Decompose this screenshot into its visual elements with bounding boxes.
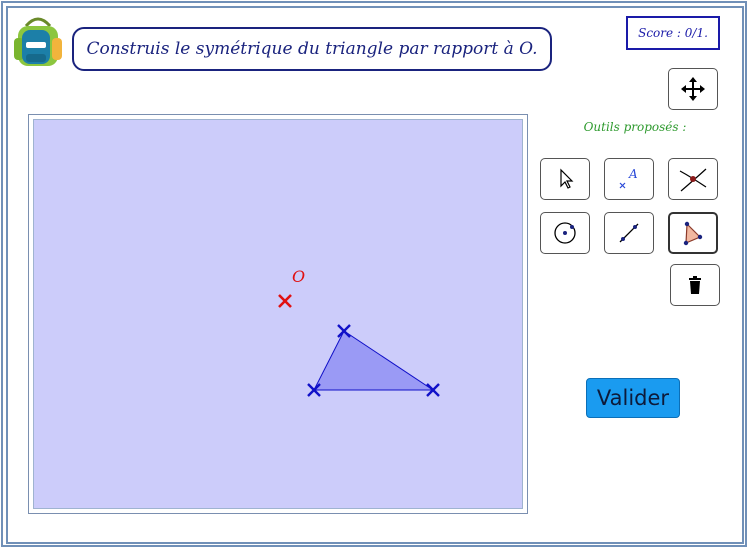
polygon-icon bbox=[683, 221, 703, 246]
instruction-text: Construis le symétrique du triangle par … bbox=[86, 39, 538, 59]
score-text: Score : 0/1. bbox=[638, 26, 708, 40]
tool-circle-button[interactable] bbox=[540, 212, 590, 254]
tool-polygon-button[interactable] bbox=[668, 212, 718, 254]
tool-point-button[interactable]: A bbox=[604, 158, 654, 200]
move-arrows-icon bbox=[681, 77, 705, 101]
backpack-icon bbox=[12, 12, 64, 68]
point-label-o: O bbox=[292, 267, 305, 286]
center-point-o[interactable]: O bbox=[278, 267, 305, 308]
delete-button[interactable] bbox=[670, 264, 720, 306]
validate-button[interactable]: Valider bbox=[586, 378, 680, 418]
segment-icon bbox=[619, 223, 639, 243]
instruction-box: Construis le symétrique du triangle par … bbox=[72, 27, 552, 71]
score-box: Score : 0/1. bbox=[626, 16, 720, 50]
tools-label: Outils proposés : bbox=[583, 120, 687, 134]
trash-icon bbox=[689, 276, 701, 294]
geometry-canvas[interactable]: O bbox=[33, 119, 523, 509]
intersection-icon bbox=[679, 168, 707, 192]
validate-label: Valider bbox=[596, 386, 670, 410]
svg-text:A: A bbox=[628, 167, 638, 181]
move-view-button[interactable] bbox=[668, 68, 718, 110]
tool-pointer-button[interactable] bbox=[540, 158, 590, 200]
tool-intersection-button[interactable] bbox=[668, 158, 718, 200]
tool-segment-button[interactable] bbox=[604, 212, 654, 254]
triangle-shape[interactable] bbox=[313, 330, 435, 391]
pointer-icon bbox=[560, 168, 574, 189]
point-icon: A bbox=[619, 167, 638, 189]
circle-center-icon bbox=[554, 222, 576, 244]
